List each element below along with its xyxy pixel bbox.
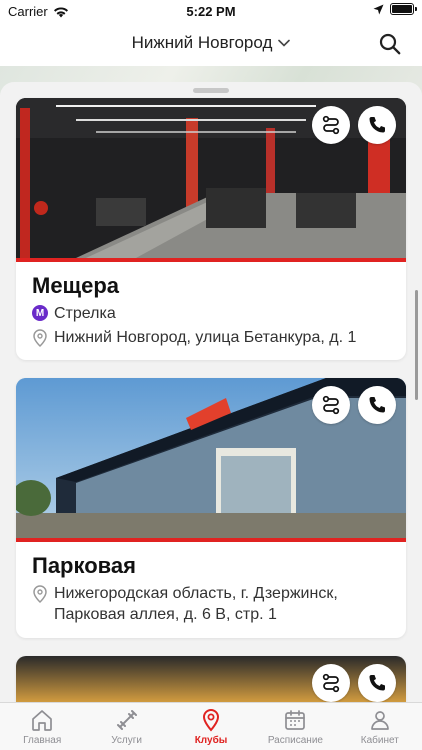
search-icon[interactable]	[378, 32, 402, 56]
phone-icon	[369, 675, 385, 691]
club-name: Парковая	[32, 553, 136, 578]
call-button[interactable]	[358, 664, 396, 702]
city-selector[interactable]: Нижний Новгород	[0, 33, 422, 53]
chevron-down-icon	[278, 39, 291, 47]
route-icon	[322, 395, 340, 415]
route-icon	[322, 673, 340, 693]
route-button[interactable]	[312, 664, 350, 702]
tab-services[interactable]: Услуги	[84, 703, 168, 750]
tab-label: Главная	[23, 735, 62, 746]
tab-label: Клубы	[194, 735, 228, 746]
tab-bar: Главная Услуги Клубы Расписание Кабинет	[0, 702, 422, 750]
status-bar: Carrier 5:22 PM	[0, 0, 422, 22]
scroll-indicator	[415, 290, 418, 400]
club-name: Мещера	[32, 273, 120, 298]
tab-home[interactable]: Главная	[0, 703, 84, 750]
nav-header: Нижний Новгород	[0, 22, 422, 66]
address-row: Нижегородская область, г. Дзержинск, Пар…	[32, 583, 390, 625]
clock: 5:22 PM	[186, 4, 236, 19]
call-button[interactable]	[358, 386, 396, 424]
location-pin-icon	[33, 585, 47, 603]
route-button[interactable]	[312, 386, 350, 424]
tab-clubs[interactable]: Клубы	[169, 703, 253, 750]
tab-label: Услуги	[111, 735, 142, 746]
map-pin-icon	[203, 708, 220, 732]
metro-station: Стрелка	[54, 305, 116, 322]
tab-label: Кабинет	[360, 735, 399, 746]
tab-account[interactable]: Кабинет	[338, 703, 422, 750]
home-icon	[32, 710, 53, 731]
club-card[interactable]	[16, 656, 406, 702]
metro-icon: М	[32, 305, 48, 321]
club-photo	[16, 98, 406, 258]
address-row: Нижний Новгород, улица Бетанкура, д. 1	[32, 327, 390, 348]
club-address: Нижегородская область, г. Дзержинск, Пар…	[54, 585, 338, 623]
club-address: Нижний Новгород, улица Бетанкура, д. 1	[54, 329, 357, 346]
tab-schedule[interactable]: Расписание	[253, 703, 337, 750]
call-button[interactable]	[358, 106, 396, 144]
dumbbell-icon	[116, 710, 137, 730]
route-icon	[322, 115, 340, 135]
tab-label: Расписание	[267, 735, 323, 746]
club-card[interactable]: Парковая Нижегородская область, г. Дзерж…	[16, 378, 406, 638]
club-photo	[16, 378, 406, 538]
metro-row: М Стрелка	[32, 303, 390, 324]
clubs-sheet: Мещера М Стрелка Нижний Новгород, улица …	[0, 82, 422, 702]
phone-icon	[369, 117, 385, 133]
user-icon	[370, 711, 389, 730]
route-button[interactable]	[312, 106, 350, 144]
phone-icon	[369, 397, 385, 413]
sheet-grabber[interactable]	[193, 88, 229, 93]
city-name: Нижний Новгород	[131, 33, 273, 52]
calendar-icon	[285, 710, 306, 730]
club-photo	[16, 656, 406, 702]
location-arrow-icon	[373, 4, 384, 14]
battery-icon	[390, 3, 417, 15]
location-pin-icon	[33, 329, 47, 347]
club-card[interactable]: Мещера М Стрелка Нижний Новгород, улица …	[16, 98, 406, 360]
